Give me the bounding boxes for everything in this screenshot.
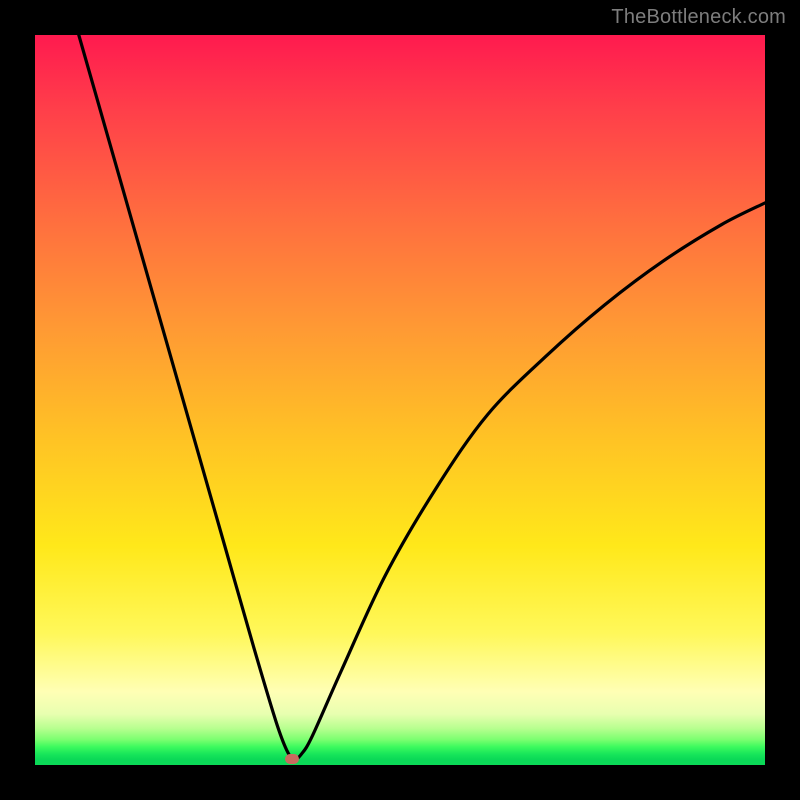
optimal-point-marker [285, 754, 299, 764]
background-gradient [35, 35, 765, 765]
plot-area [35, 35, 765, 765]
chart-frame: TheBottleneck.com [0, 0, 800, 800]
watermark-text: TheBottleneck.com [611, 6, 786, 29]
